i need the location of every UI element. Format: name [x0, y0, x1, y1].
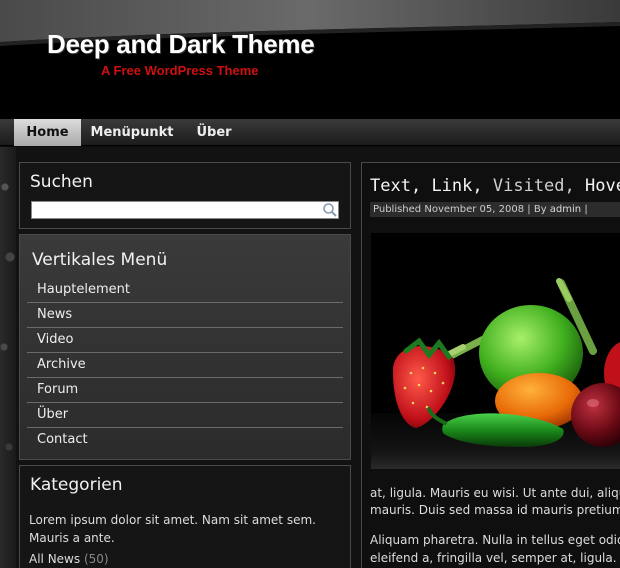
- menu-item-archive[interactable]: Archive: [27, 353, 343, 378]
- menu-item-ueber[interactable]: Über: [27, 403, 343, 428]
- nav-tab-home[interactable]: Home: [14, 119, 81, 146]
- menu-item-hauptelement[interactable]: Hauptelement: [27, 278, 343, 303]
- post-paragraph-2-line-1: Aliquam pharetra. Nulla in tellus eget o…: [370, 533, 620, 547]
- post-paragraph-1-line-2: mauris. Duis sed massa id mauris pretium: [370, 503, 620, 517]
- category-link-all-news[interactable]: All News (50): [29, 552, 109, 566]
- search-widget-title: Suchen: [30, 172, 93, 192]
- post-author-link[interactable]: admin: [550, 204, 581, 215]
- post-published-label: Published: [373, 204, 422, 215]
- post-title: Text, Link, Visited, Hovered: [370, 176, 620, 196]
- vertical-menu-title: Vertikales Menü: [32, 250, 168, 270]
- post-meta-trailing-separator: |: [584, 204, 588, 215]
- search-widget: Suchen: [19, 162, 351, 229]
- category-link-label[interactable]: All News: [29, 552, 80, 566]
- post-article: Text, Link, Visited, Hovered Published N…: [361, 162, 620, 568]
- post-by-label: By: [533, 204, 547, 215]
- search-icon[interactable]: [321, 201, 339, 219]
- post-title-text: Text,: [370, 176, 422, 196]
- menu-item-video[interactable]: Video: [27, 328, 343, 353]
- nav-tab-menuepunkt[interactable]: Menüpunkt: [84, 119, 180, 146]
- menu-item-contact[interactable]: Contact: [27, 428, 343, 453]
- post-paragraph-2-line-2: eleifend a, fringilla vel, semper at, li…: [370, 551, 617, 565]
- search-input[interactable]: [31, 201, 339, 219]
- post-title-link[interactable]: Link,: [431, 176, 482, 196]
- post-title-hovered-link[interactable]: Hovered: [585, 176, 620, 196]
- categories-description: Lorem ipsum dolor sit amet. Nam sit amet…: [29, 513, 316, 545]
- post-vegetables-image: [371, 233, 620, 469]
- category-count: (50): [83, 552, 109, 566]
- menu-item-forum[interactable]: Forum: [27, 378, 343, 403]
- post-meta: Published November 05, 2008 | By admin |: [370, 202, 620, 217]
- nav-tab-ueber[interactable]: Über: [188, 119, 240, 146]
- vertical-menu-widget: Vertikales Menü Hauptelement News Video …: [19, 234, 351, 460]
- categories-title: Kategorien: [30, 475, 123, 495]
- menu-item-news[interactable]: News: [27, 303, 343, 328]
- post-title-visited-link[interactable]: Visited,: [493, 176, 575, 196]
- site-title[interactable]: Deep and Dark Theme: [47, 29, 315, 60]
- site-tagline: A Free WordPress Theme: [101, 63, 259, 78]
- post-paragraph-1-line-1: at, ligula. Mauris eu wisi. Ut ante dui,…: [370, 486, 620, 500]
- post-meta-separator: |: [527, 204, 531, 215]
- left-edge-texture: [0, 147, 16, 568]
- post-date: November 05, 2008: [424, 204, 525, 215]
- site-header: Deep and Dark Theme A Free WordPress The…: [0, 0, 620, 119]
- categories-widget: Kategorien Lorem ipsum dolor sit amet. N…: [19, 465, 351, 568]
- main-nav: Home Menüpunkt Über: [0, 119, 620, 146]
